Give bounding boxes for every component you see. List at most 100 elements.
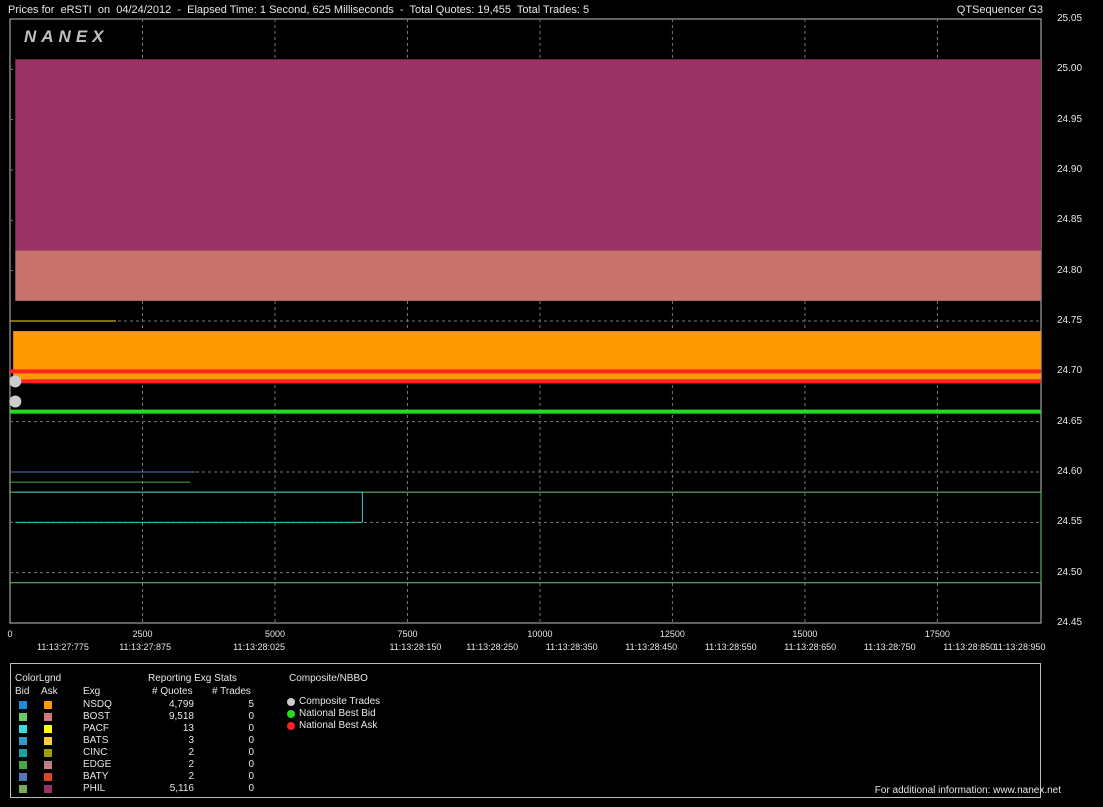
ask-swatch [44, 701, 52, 709]
x-time-label: 11:13:28:150 [389, 642, 441, 652]
quote-count: 5,116 [169, 783, 194, 794]
series-band [15, 59, 1041, 251]
trade-count: 0 [248, 735, 254, 746]
nanex-watermark: NANEX [24, 27, 109, 46]
legend-row-edge: EDGE 2 0 [11, 759, 281, 771]
y-tick-label: 24.50 [1057, 566, 1083, 578]
bid-swatch [19, 785, 27, 793]
quote-count: 2 [188, 771, 194, 782]
bid-swatch [19, 773, 27, 781]
x-tick-label: 5000 [265, 629, 285, 639]
nbbo-label: Composite Trades [299, 696, 381, 707]
x-time-label: 11:13:28:950 [994, 642, 1046, 652]
ask-header: Ask [41, 686, 58, 697]
quote-count: 2 [188, 747, 194, 758]
trade-count: 0 [248, 759, 254, 770]
y-tick-label: 24.85 [1057, 214, 1083, 226]
x-time-label: 11:13:28:450 [625, 642, 677, 652]
trade-count: 0 [248, 783, 254, 794]
ask-swatch [44, 785, 52, 793]
quote-count: 13 [182, 723, 194, 734]
y-tick-label: 24.75 [1057, 315, 1083, 326]
nbbo-row: Composite Trades [287, 696, 437, 708]
trades-header: # Trades [212, 686, 251, 697]
legend-row-pacf: PACF 13 0 [11, 723, 281, 735]
price-chart: NANEX 0 2500 5000 7500 10000 12500 15000 17500 1… [7, 18, 1046, 652]
ask-swatch [44, 761, 52, 769]
nbbo-dot [287, 710, 295, 718]
bid-swatch [19, 725, 27, 733]
series-band [15, 250, 1041, 301]
x-tick-label: 10000 [527, 629, 552, 639]
y-tick-label: 24.60 [1057, 466, 1083, 477]
x-time-label: 11:13:28:250 [466, 642, 518, 652]
x-tick-label: 15000 [792, 629, 817, 639]
exg-name: CINC [83, 747, 108, 758]
trade-count: 0 [248, 711, 254, 722]
y-tick-label: 24.95 [1057, 113, 1083, 125]
x-tick-label: 0 [7, 629, 12, 639]
color-legend-title: ColorLgnd [15, 673, 62, 684]
x-tick-label: 7500 [397, 629, 417, 639]
legend-row-bost: BOST 9,518 0 [11, 711, 281, 723]
legend-row-nsdq: NSDQ 4,799 5 [11, 699, 281, 711]
x-time-label: 11:13:28:550 [705, 642, 757, 652]
footer-note: For additional information: www.nanex.ne… [874, 785, 1061, 796]
exg-name: PHIL [83, 783, 106, 794]
nbbo-dot [287, 722, 295, 730]
stats-title: Reporting Exg Stats [148, 673, 237, 684]
nbbo-title: Composite/NBBO [289, 673, 368, 684]
exg-name: NSDQ [83, 699, 112, 710]
ask-swatch [44, 737, 52, 745]
nbbo-label: National Best Bid [299, 708, 376, 719]
quotes-header: # Quotes [152, 686, 193, 697]
series-band [13, 331, 1041, 382]
legend-row-baty: BATY 2 0 [11, 771, 281, 783]
trade-count: 5 [248, 699, 254, 710]
chart-title: Prices for eRSTI on 04/24/2012 - Elapsed… [8, 4, 590, 16]
nbbo-dot [287, 698, 295, 706]
exg-header: Exg [83, 686, 101, 697]
y-tick-label: 24.45 [1057, 617, 1083, 628]
y-tick-label: 25.05 [1057, 13, 1083, 24]
y-tick-label: 24.90 [1057, 164, 1083, 175]
legend-row-cinc: CINC 2 0 [11, 747, 281, 759]
ask-swatch [44, 713, 52, 721]
trade-point [9, 375, 22, 388]
trade-count: 0 [248, 723, 254, 734]
trade-count: 0 [248, 747, 254, 758]
x-time-label: 11:13:28:850 [943, 642, 995, 652]
x-time-label: 11:13:27:875 [119, 642, 171, 652]
y-tick-label: 24.80 [1057, 264, 1083, 276]
bid-swatch [19, 713, 27, 721]
legend-row-bats: BATS 3 0 [11, 735, 281, 747]
ask-swatch [44, 749, 52, 757]
exg-name: BATS [83, 735, 109, 746]
y-tick-label: 24.55 [1057, 516, 1083, 528]
nbbo-row: National Best Bid [287, 708, 437, 720]
app-name: QTSequencer G3 [956, 4, 1043, 16]
quote-count: 2 [188, 759, 194, 770]
ask-swatch [44, 773, 52, 781]
ask-swatch [44, 725, 52, 733]
bid-swatch [19, 749, 27, 757]
quote-count: 9,518 [168, 711, 194, 722]
bid-swatch [19, 761, 27, 769]
x-time-label: 11:13:28:025 [233, 642, 285, 652]
nbbo-label: National Best Ask [299, 720, 378, 731]
y-tick-label: 24.70 [1057, 365, 1083, 377]
y-tick-label: 25.00 [1057, 63, 1083, 75]
quote-count: 4,799 [168, 699, 194, 710]
x-tick-label: 12500 [660, 629, 685, 639]
trade-count: 0 [248, 771, 254, 782]
x-time-label: 11:13:28:650 [784, 642, 836, 652]
x-time-label: 11:13:27:775 [37, 642, 89, 652]
x-time-label: 11:13:28:350 [546, 642, 598, 652]
exg-name: BATY [83, 771, 109, 782]
nbbo-row: National Best Ask [287, 720, 437, 732]
legend-row-phil: PHIL 5,116 0 [11, 783, 281, 795]
x-time-label: 11:13:28:750 [864, 642, 916, 652]
bid-swatch [19, 737, 27, 745]
bid-header: Bid [15, 686, 30, 697]
quote-count: 3 [188, 735, 194, 746]
